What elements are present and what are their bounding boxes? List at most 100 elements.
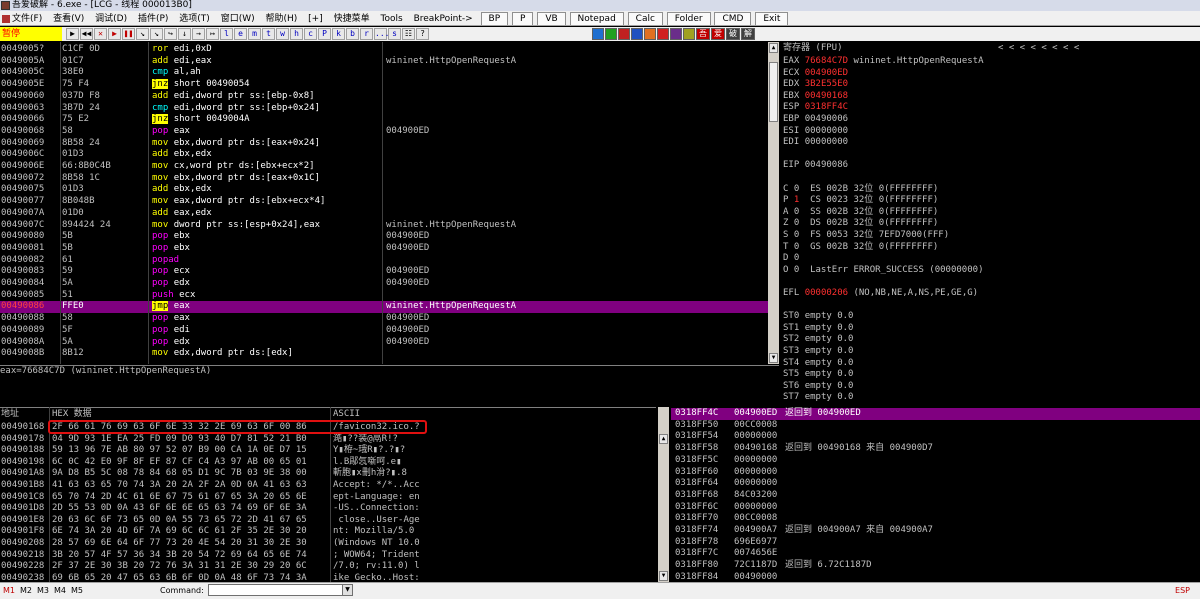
register-line[interactable]: ST4 empty 0.0 (783, 358, 853, 370)
menu-plugins[interactable]: 插件(P) (134, 12, 172, 25)
step-over-icon[interactable]: ↘ (150, 28, 163, 40)
register-line[interactable]: D 0 (783, 253, 799, 265)
stack-row[interactable]: 0318FF4C 004900ED 返回到 004900ED (671, 408, 1200, 420)
stack-row[interactable]: 0318FF60 00000000 (671, 467, 1200, 479)
vb-button[interactable]: VB (537, 12, 566, 25)
call-stack-button[interactable]: k (332, 28, 345, 40)
run-trace-button[interactable]: ... (374, 28, 389, 40)
register-line[interactable]: ST1 empty 0.0 (783, 323, 853, 335)
calc-button[interactable]: Calc (627, 12, 663, 25)
dump-row[interactable]: 004901B8 41 63 63 65 70 74 3A 20 2A 2F 2A… (0, 480, 656, 492)
dump-row[interactable]: 00490178 04 9D 93 1E EA 25 FD 09 D0 93 40… (0, 434, 656, 446)
menu-file[interactable]: 文件(F) (0, 12, 46, 25)
register-line[interactable]: ST6 empty 0.0 (783, 381, 853, 393)
dump-row[interactable]: 00490208 28 57 69 6E 64 6F 77 73 20 4E 54… (0, 538, 656, 550)
menu-options[interactable]: 选项(T) (175, 12, 214, 25)
windows-button[interactable]: w (276, 28, 289, 40)
menu-window[interactable]: 窗口(W) (217, 12, 259, 25)
register-line[interactable]: Z 0 DS 002B 32位 0(FFFFFFFF) (783, 218, 938, 230)
memory-map-button[interactable]: m (248, 28, 261, 40)
register-line[interactable]: S 0 FS 0053 32位 7EFD7000(FFF) (783, 230, 949, 242)
stack-row[interactable]: 0318FF54 00000000 (671, 431, 1200, 443)
disasm-row[interactable]: 00490072 8B58 1C mov ebx,dword ptr ds:[eax… (0, 173, 768, 185)
marker-m5[interactable]: M5 (71, 586, 83, 595)
registers-header[interactable]: 寄存器 (FPU) < < < < < < < < (780, 42, 1200, 54)
dump-row[interactable]: 004901E8 20 63 6C 6F 73 65 0D 0A 55 73 65… (0, 515, 656, 527)
chevron-down-icon[interactable]: ▼ (342, 585, 352, 595)
register-line[interactable]: C 0 ES 002B 32位 0(FFFFFFFF) (783, 184, 938, 196)
plugin-blue2-icon[interactable] (631, 28, 643, 40)
disasm-row[interactable]: 00490088 58 pop eax 004900ED (0, 313, 768, 325)
disasm-row[interactable]: 00490082 61 popad (0, 255, 768, 267)
menu-help[interactable]: 帮助(H) (262, 12, 302, 25)
register-line[interactable]: EAX 76684C7D wininet.HttpOpenRequestA (783, 56, 984, 68)
disasm-row[interactable]: 00490063 3B7D 24 cmp edi,dword ptr ss:[ebp… (0, 103, 768, 115)
marker-m2[interactable]: M2 (20, 586, 32, 595)
dump-row[interactable]: 004901A8 9A D8 B5 5C 08 78 84 68 05 D1 9C… (0, 468, 656, 480)
marker-m1[interactable]: M1 (3, 586, 15, 595)
stack-row[interactable]: 0318FF58 00490168 返回到 00490168 来自 004900D7 (671, 443, 1200, 455)
register-line[interactable]: ST2 empty 0.0 (783, 334, 853, 346)
stack-row[interactable]: 0318FF6C 00000000 (671, 502, 1200, 514)
stack-row[interactable]: 0318FF74 004900A7 返回到 004900A7 来自 004900A7 (671, 525, 1200, 537)
dump-scroll-up-icon[interactable]: ▲ (659, 434, 668, 444)
disasm-row[interactable]: 00490069 8B58 24 mov ebx,dword ptr ds:[eax… (0, 138, 768, 150)
stack-row[interactable]: 0318FF84 00490000 (671, 572, 1200, 582)
disasm-scrollbar[interactable]: ▲ ▼ (768, 42, 779, 364)
disasm-row[interactable]: 00490085 51 push ecx (0, 290, 768, 302)
dump-pane[interactable]: 00490168 2F 66 61 76 69 63 6F 6E 33 32 2E… (0, 420, 656, 582)
stack-row[interactable]: 0318FF70 00CC0008 (671, 513, 1200, 525)
plugin-green-icon[interactable] (605, 28, 617, 40)
dump-scroll-down-icon[interactable]: ▼ (659, 571, 668, 581)
exit-button[interactable]: Exit (755, 12, 789, 25)
disasm-row[interactable]: 0049005? C1CF 0D ror edi,0xD (0, 44, 768, 56)
plugin-yellow-icon[interactable] (683, 28, 695, 40)
disasm-row[interactable]: 00490089 5F pop edi 004900ED (0, 325, 768, 337)
menu-debug[interactable]: 调试(D) (91, 12, 131, 25)
disasm-row[interactable]: 0049008A 5A pop edx 004900ED (0, 337, 768, 349)
trace-over-icon[interactable]: ↓ (178, 28, 191, 40)
step-into-icon[interactable]: ↘ (136, 28, 149, 40)
register-line[interactable]: EFL 00000206 (NO,NB,NE,A,NS,PE,GE,G) (783, 288, 978, 300)
disasm-row[interactable]: 00490080 5B pop ebx 004900ED (0, 231, 768, 243)
stack-row[interactable]: 0318FF5C 00000000 (671, 455, 1200, 467)
register-line[interactable]: EIP 00490086 (783, 160, 848, 172)
menu-breakpoint[interactable]: BreakPoint-> (410, 12, 477, 25)
register-line[interactable]: ST3 empty 0.0 (783, 346, 853, 358)
cmd-button[interactable]: CMD (714, 12, 752, 25)
menu-quick-menu[interactable]: 快捷菜单 (330, 12, 374, 25)
plugin-orange-icon[interactable] (644, 28, 656, 40)
registers-pane[interactable]: 寄存器 (FPU) < < < < < < < < EAX 76684C7D w… (780, 42, 1200, 406)
disasm-row[interactable]: 0049006E 66:8B0C4B mov cx,word ptr ds:[ebx… (0, 161, 768, 173)
p-button[interactable]: P (512, 12, 534, 25)
run-icon[interactable]: ▶ (108, 28, 121, 40)
rewind-icon[interactable]: ◀◀ (80, 28, 93, 40)
goto-icon[interactable]: ↦ (206, 28, 219, 40)
stack-row[interactable]: 0318FF64 00000000 (671, 478, 1200, 490)
disasm-row[interactable]: 00490066 75 E2 jnz short 0049004A (0, 114, 768, 126)
help-icon[interactable]: ? (416, 28, 429, 40)
disasm-row[interactable]: 0049006C 01D3 add ebx,edx (0, 149, 768, 161)
scroll-up-icon[interactable]: ▲ (769, 43, 778, 53)
disasm-row[interactable]: 00490083 59 pop ecx 004900ED (0, 266, 768, 278)
register-line[interactable]: P 1 CS 0023 32位 0(FFFFFFFF) (783, 195, 938, 207)
disasm-row[interactable]: 00490081 5B pop ebx 004900ED (0, 243, 768, 255)
stack-row[interactable]: 0318FF68 84C03200 (671, 490, 1200, 502)
disasm-row[interactable]: 00490060 037D F8 add edi,dword ptr ss:[ebp… (0, 91, 768, 103)
register-line[interactable]: ST0 empty 0.0 (783, 311, 853, 323)
brand-char-2[interactable]: 爱 (711, 28, 725, 40)
register-line[interactable]: EBP 00490006 (783, 114, 848, 126)
command-input[interactable] (208, 584, 353, 596)
stack-row[interactable]: 0318FF7C 0074656E (671, 548, 1200, 560)
breakpoints-button[interactable]: b (346, 28, 359, 40)
register-line[interactable]: ECX 004900ED (783, 68, 848, 80)
threads-button[interactable]: t (262, 28, 275, 40)
brand-char-3[interactable]: 破 (726, 28, 740, 40)
dump-row[interactable]: 00490188 59 13 96 7E AB 80 97 52 07 B9 00… (0, 445, 656, 457)
pause-icon[interactable]: ❚❚ (122, 28, 135, 40)
stack-row[interactable]: 0318FF78 696E6977 (671, 537, 1200, 549)
dump-scrollbar[interactable]: ▲ ▼ (658, 407, 669, 582)
log-window-button[interactable]: l (220, 28, 233, 40)
register-line[interactable]: ST5 empty 0.0 (783, 369, 853, 381)
disasm-row[interactable]: 0049005E 75 F4 jnz short 00490054 (0, 79, 768, 91)
